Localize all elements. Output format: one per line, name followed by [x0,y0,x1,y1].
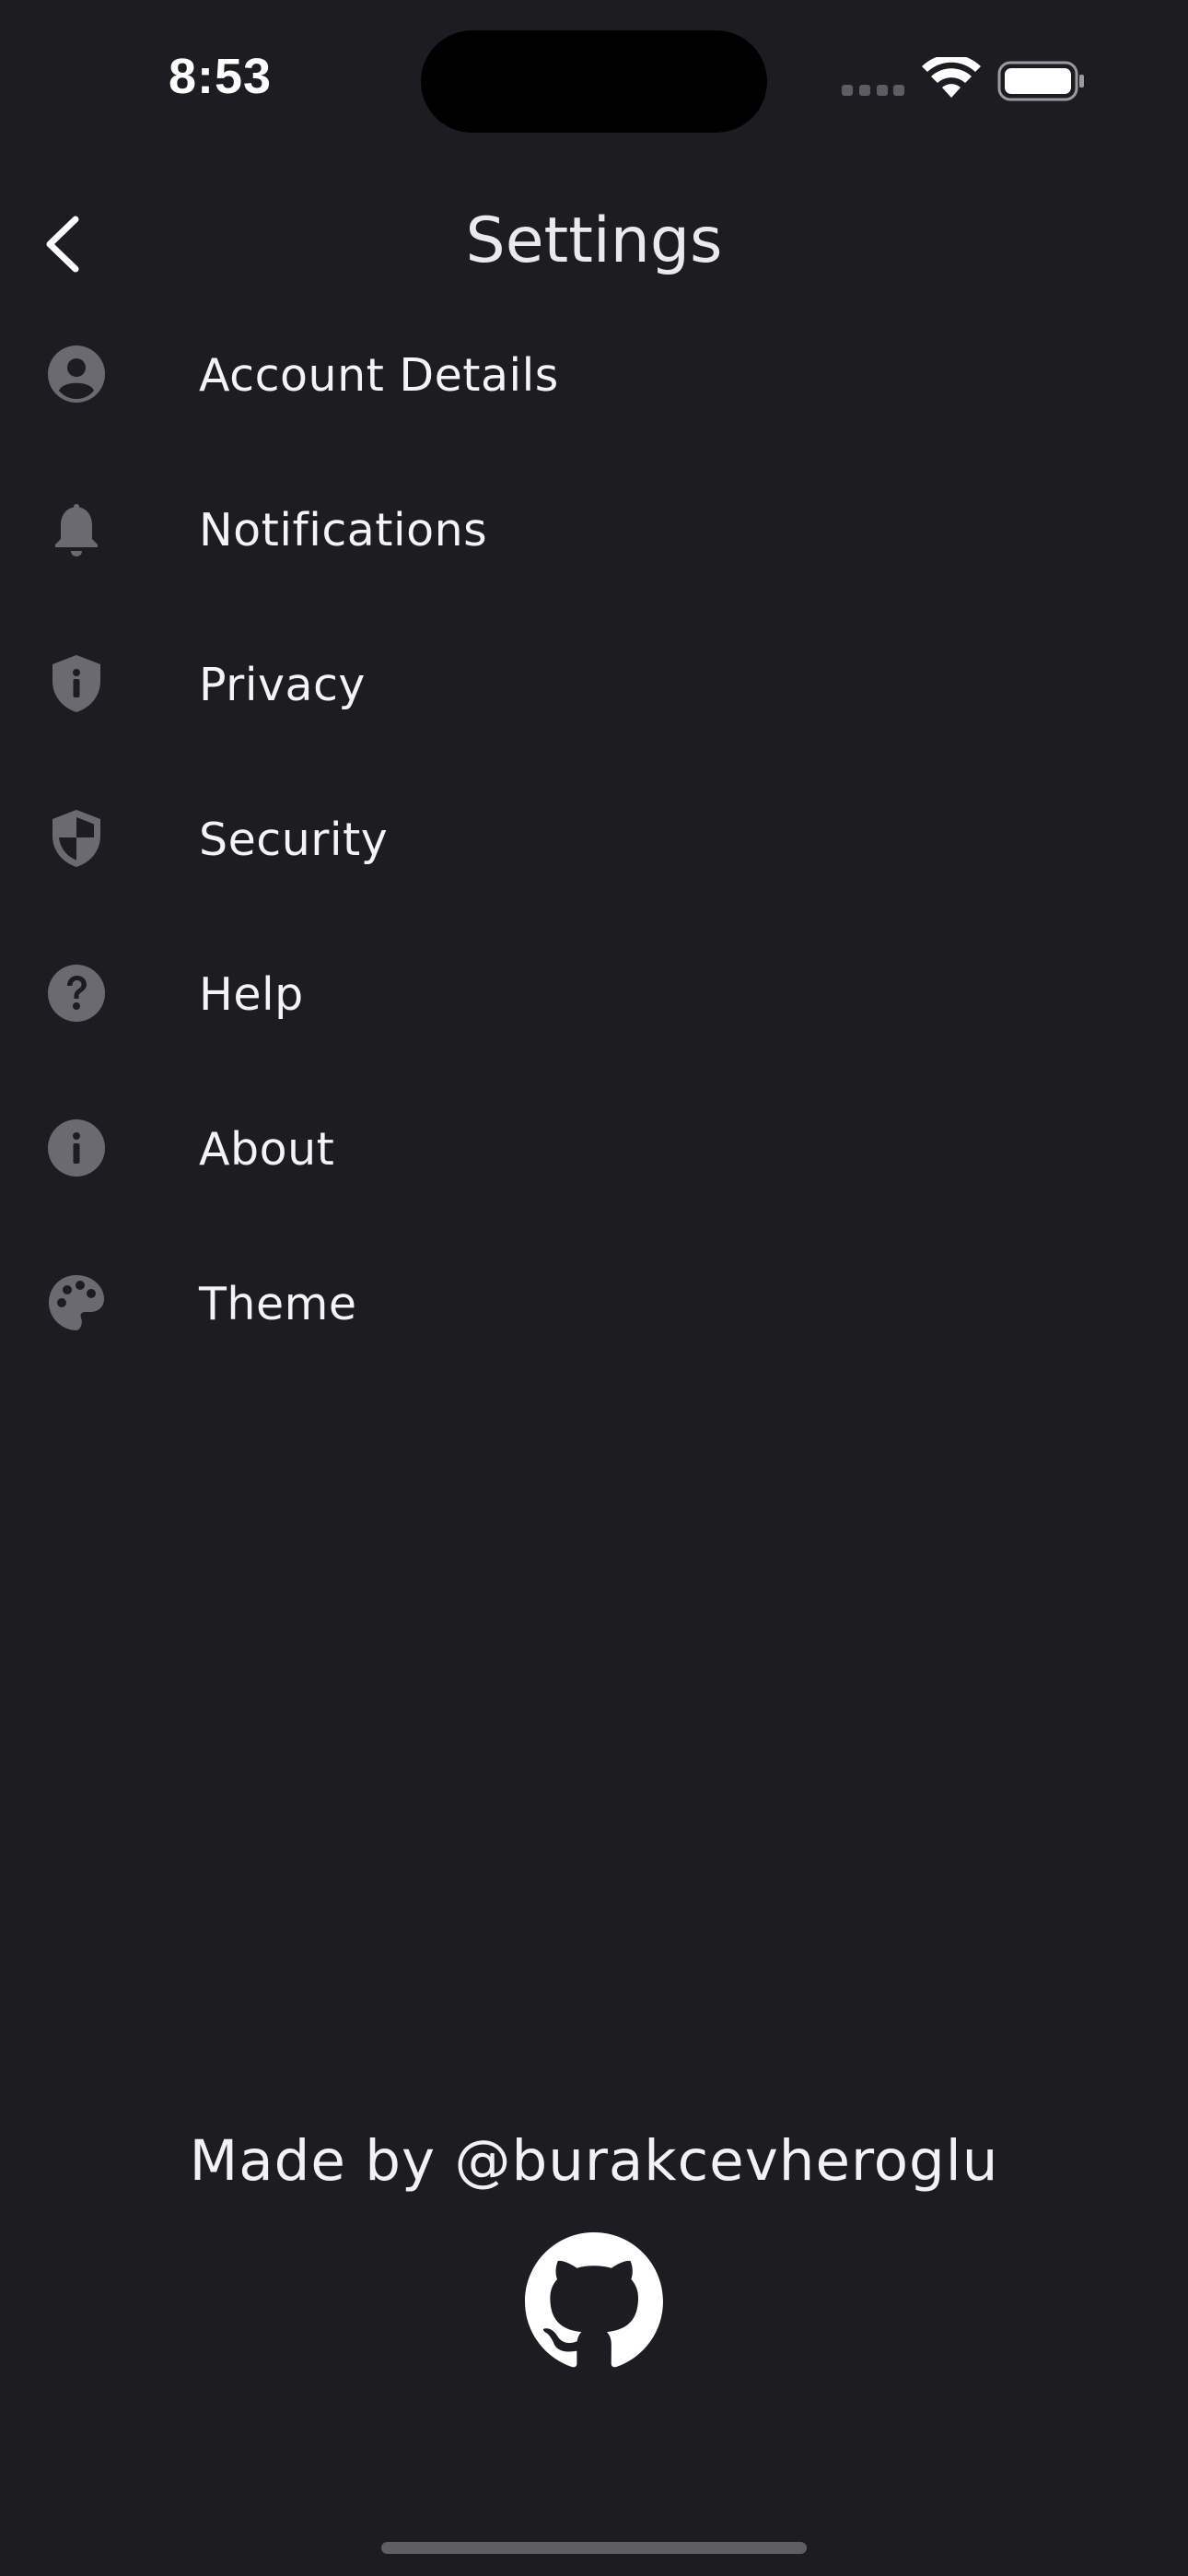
status-time: 8:53 [169,49,273,104]
navigation-bar: Settings [0,184,1188,299]
wifi-icon [922,57,981,98]
shield-half-icon [46,808,107,869]
dynamic-island [421,30,767,133]
menu-item-about[interactable]: About [0,1092,1188,1202]
github-link[interactable] [525,2232,663,2371]
bell-icon [46,498,107,559]
menu-item-label: Account Details [199,349,559,402]
info-circle-icon [46,1118,107,1178]
shield-info-icon [46,653,107,714]
menu-item-notifications[interactable]: Notifications [0,473,1188,583]
menu-item-account-details[interactable]: Account Details [0,318,1188,428]
github-icon [525,2232,663,2368]
menu-item-label: Privacy [199,659,366,711]
help-circle-icon [46,963,107,1024]
signal-dots-icon [842,85,904,96]
page-title: Settings [465,205,723,277]
menu-item-security[interactable]: Security [0,782,1188,893]
menu-item-label: Security [199,814,389,866]
account-circle-icon [46,344,107,404]
menu-item-theme[interactable]: Theme [0,1247,1188,1357]
menu-item-help[interactable]: Help [0,937,1188,1048]
home-indicator[interactable] [381,2542,807,2554]
status-bar: 8:53 [0,0,1188,138]
menu-item-label: Help [199,968,304,1021]
credit-text: Made by @burakcevheroglu [189,2128,999,2194]
palette-icon [46,1272,107,1333]
menu-item-label: About [199,1123,335,1176]
menu-item-privacy[interactable]: Privacy [0,627,1188,738]
menu-item-label: Notifications [199,504,488,556]
menu-item-label: Theme [199,1278,357,1330]
battery-icon [997,61,1084,101]
